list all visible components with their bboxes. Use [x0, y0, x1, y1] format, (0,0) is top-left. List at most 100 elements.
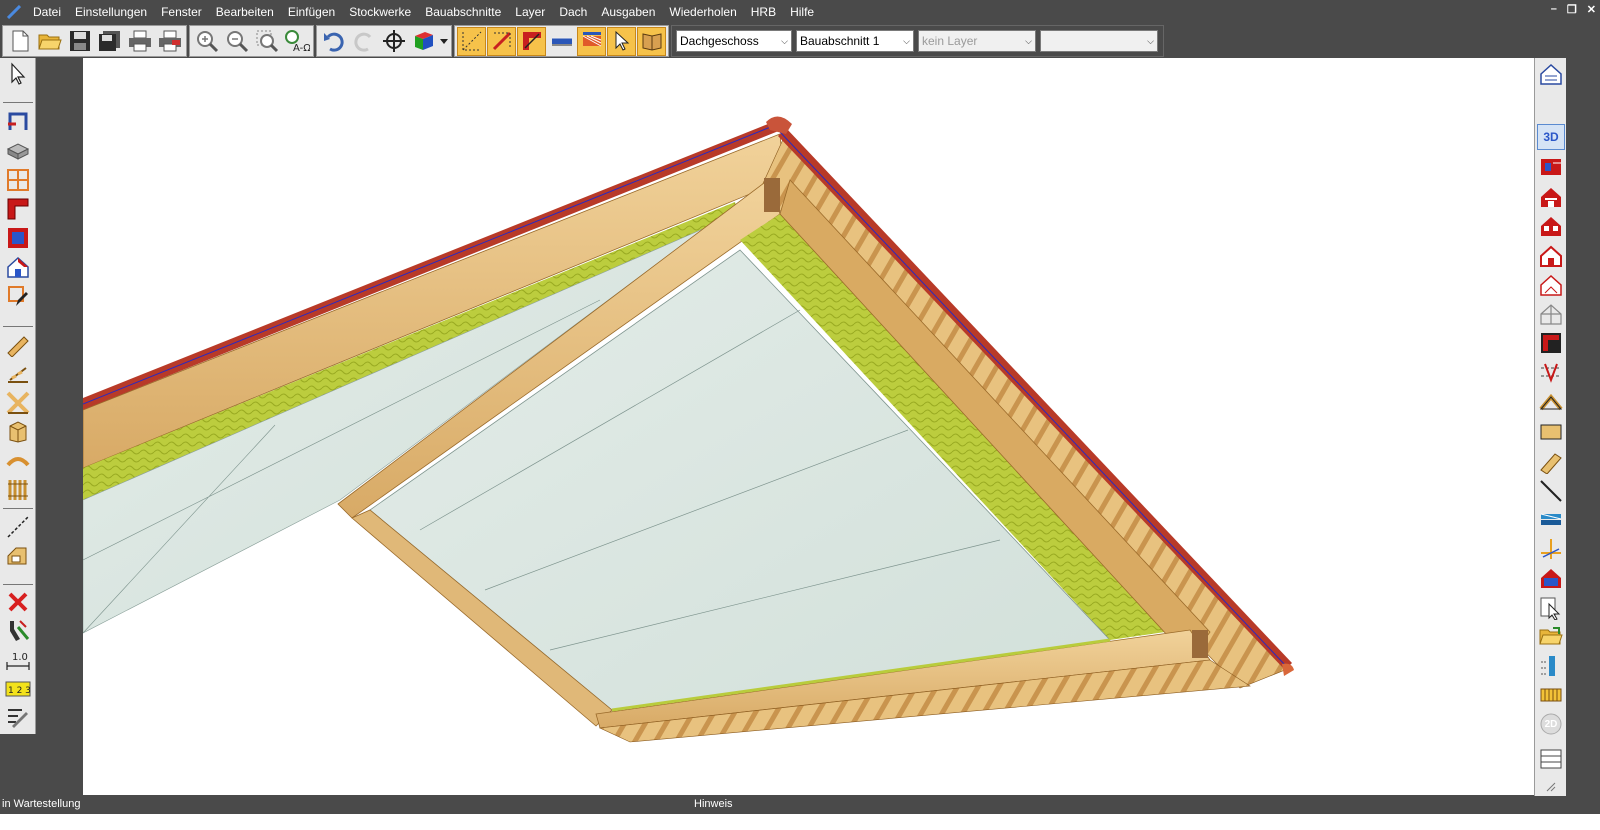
numbering-label: 1 2 3 [8, 686, 31, 696]
view-2d-button[interactable]: 2D [1537, 711, 1565, 737]
view-3d-label: 3D [1543, 130, 1559, 144]
svg-text:A-Ω: A-Ω [293, 43, 310, 53]
save-all-icon[interactable] [95, 27, 124, 56]
house-view-icon[interactable] [1537, 61, 1565, 87]
new-file-icon[interactable] [5, 27, 34, 56]
redo-icon[interactable] [349, 27, 378, 56]
table-view-icon[interactable] [1537, 746, 1565, 772]
column-view-icon[interactable] [1537, 653, 1565, 679]
layers-view-icon[interactable] [1537, 507, 1565, 533]
restore-icon[interactable]: ❐ [1567, 3, 1577, 16]
open-folder-icon[interactable] [35, 27, 64, 56]
save-icon[interactable] [65, 27, 94, 56]
section-select-value: Bauabschnitt 1 [800, 34, 880, 48]
view-toolbar-group: A-Ω [189, 25, 314, 57]
status-hint-text: Hinweis [694, 798, 733, 810]
house-edit-icon[interactable] [1537, 565, 1565, 591]
elevation-view-icon[interactable] [1537, 213, 1565, 239]
layer-mode-icon[interactable] [547, 27, 576, 56]
panel-view-icon[interactable] [1537, 419, 1565, 445]
rafter-tool-icon[interactable] [3, 331, 33, 359]
mode-toolbar-group [454, 25, 669, 57]
extra-select[interactable]: ⌵ [1040, 30, 1158, 52]
snap-mode-icon[interactable] [487, 26, 516, 56]
floor-select-value: Dachgeschoss [680, 34, 759, 48]
menu-einstellungen[interactable]: Einstellungen [68, 0, 154, 24]
wall-tool-icon[interactable] [3, 108, 33, 136]
edit-element-tool-icon[interactable] [3, 282, 33, 310]
dimension-tool[interactable]: 1.0 [3, 646, 33, 674]
grid-mode-icon[interactable] [457, 26, 486, 56]
end-block-bottom [1192, 630, 1208, 658]
layer-select[interactable]: kein Layer ⌵ [918, 30, 1036, 52]
wireframe-house-icon[interactable] [1537, 301, 1565, 327]
beam-cross-tool-icon[interactable] [3, 389, 33, 417]
cube-color-icon[interactable] [409, 27, 438, 56]
roof-truss-icon[interactable] [1537, 390, 1565, 416]
delete-icon[interactable] [3, 588, 33, 616]
floorplan-view-icon[interactable] [1537, 154, 1565, 180]
menu-wiederholen[interactable]: Wiederholen [662, 0, 743, 24]
zoom-in-icon[interactable] [192, 27, 221, 56]
chevron-down-icon: ⌵ [1025, 35, 1032, 46]
menu-dach[interactable]: Dach [552, 0, 594, 24]
dropdown-arrow-icon[interactable] [439, 27, 449, 56]
minimize-icon[interactable]: – [1551, 3, 1557, 16]
menu-layer[interactable]: Layer [508, 0, 552, 24]
menu-ausgaben[interactable]: Ausgaben [594, 0, 662, 24]
window-tool-icon[interactable] [3, 166, 33, 194]
wall-view-icon[interactable] [1537, 330, 1565, 356]
menu-bauabschnitte[interactable]: Bauabschnitte [418, 0, 508, 24]
zoom-text-icon[interactable]: A-Ω [282, 27, 311, 56]
print-preview-icon[interactable] [155, 27, 184, 56]
plan-cut-icon[interactable] [1537, 359, 1565, 385]
layer-hatch-icon[interactable] [577, 26, 606, 56]
fence-view-icon[interactable] [1537, 682, 1565, 708]
wall-mode-icon[interactable] [517, 26, 546, 56]
menu-stockwerke[interactable]: Stockwerke [342, 0, 418, 24]
menu-datei[interactable]: Datei [26, 0, 68, 24]
close-icon[interactable]: ✕ [1587, 3, 1596, 16]
menu-einfuegen[interactable]: Einfügen [281, 0, 342, 24]
window-controls: – ❐ ✕ [1551, 3, 1596, 16]
view-3d-button[interactable]: 3D [1537, 124, 1565, 150]
floor-select[interactable]: Dachgeschoss ⌵ [676, 30, 792, 52]
bottom-strip [0, 814, 1600, 830]
arch-tool-icon[interactable] [3, 447, 33, 475]
cursor-view-icon[interactable] [1537, 595, 1565, 621]
undo-icon[interactable] [319, 27, 348, 56]
open-project-icon[interactable] [1537, 624, 1565, 650]
book-view-icon[interactable] [637, 26, 666, 56]
menu-fenster[interactable]: Fenster [154, 0, 209, 24]
crosshair-icon[interactable] [379, 27, 408, 56]
corner-wall-tool-icon[interactable] [3, 195, 33, 223]
tools-icon[interactable] [3, 617, 33, 645]
section-view-icon[interactable] [1537, 184, 1565, 210]
house-tool-icon[interactable] [3, 253, 33, 281]
menu-hilfe[interactable]: Hilfe [783, 0, 821, 24]
roof-view-icon[interactable] [1537, 243, 1565, 269]
stairs-tool-icon[interactable] [3, 360, 33, 388]
zoom-out-icon[interactable] [222, 27, 251, 56]
post-tool-icon[interactable] [3, 418, 33, 446]
text-edit-tool-icon[interactable] [3, 704, 33, 732]
section-select[interactable]: Bauabschnitt 1 ⌵ [796, 30, 914, 52]
menu-hrb[interactable]: HRB [744, 0, 783, 24]
axis-view-icon[interactable] [1537, 536, 1565, 562]
beam-view-icon[interactable] [1537, 449, 1565, 475]
pointer-tool-icon[interactable] [3, 60, 33, 88]
battens-tool-icon[interactable] [3, 476, 33, 504]
dormer-tool-icon[interactable] [3, 542, 33, 570]
line-view-icon[interactable] [1537, 478, 1565, 504]
select-pointer-icon[interactable] [607, 26, 636, 56]
room-tool-icon[interactable] [3, 224, 33, 252]
outline-house-icon[interactable] [1537, 272, 1565, 298]
dashed-line-tool-icon[interactable] [3, 513, 33, 541]
print-icon[interactable] [125, 27, 154, 56]
menu-bearbeiten[interactable]: Bearbeiten [209, 0, 281, 24]
slab-tool-icon[interactable] [3, 137, 33, 165]
3d-viewport[interactable] [83, 58, 1534, 795]
dimension-label: 1.0 [12, 652, 28, 663]
zoom-window-icon[interactable] [252, 27, 281, 56]
numbering-tool[interactable]: 1 2 3 [3, 675, 33, 703]
